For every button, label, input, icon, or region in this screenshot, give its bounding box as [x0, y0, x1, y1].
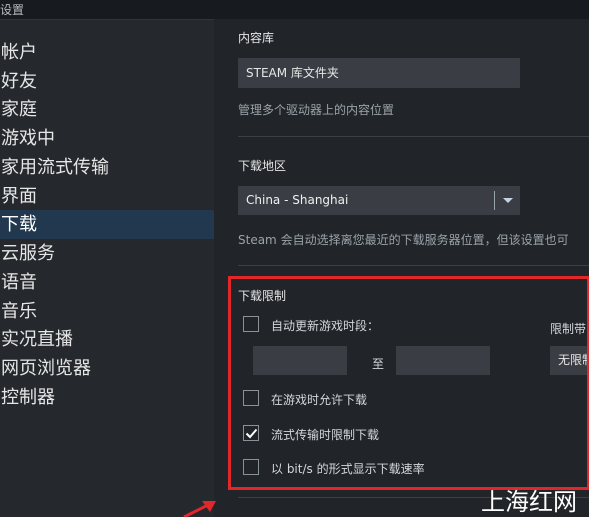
download-region-select[interactable]: China - Shanghai	[238, 186, 520, 215]
title-bar[interactable]: 设置	[0, 0, 589, 19]
watermark-text: 上海红网	[481, 488, 577, 516]
download-region-title: 下载地区	[238, 159, 287, 173]
download-region-description: Steam 会自动选择离您最近的下载服务器位置，但该设置也可	[238, 233, 569, 247]
content-library-description: 管理多个驱动器上的内容位置	[238, 103, 395, 117]
sidebar-item-friends[interactable]: 好友	[0, 67, 214, 96]
sidebar-item-interface[interactable]: 界面	[0, 182, 214, 211]
dropdown-separator	[494, 191, 495, 210]
steam-settings-window: 设置 帐户 好友 家庭 游戏中 家用流式传输 界面 下载 云服务 语音 音乐 实…	[0, 0, 589, 517]
sidebar-item-controller[interactable]: 控制器	[0, 383, 214, 412]
divider	[238, 265, 589, 266]
sidebar-item-web-browser[interactable]: 网页浏览器	[0, 354, 214, 383]
download-region-value: China - Shanghai	[246, 193, 349, 207]
sidebar-item-home-streaming[interactable]: 家用流式传输	[0, 153, 214, 182]
steam-library-folders-button[interactable]: STEAM 库文件夹	[238, 58, 520, 88]
divider	[238, 136, 589, 137]
settings-sidebar: 帐户 好友 家庭 游戏中 家用流式传输 界面 下载 云服务 语音 音乐 实况直播…	[0, 19, 214, 517]
sidebar-item-in-game[interactable]: 游戏中	[0, 124, 214, 153]
chevron-down-icon	[503, 198, 513, 203]
sidebar-item-voice[interactable]: 语音	[0, 268, 214, 297]
window-title: 设置	[0, 3, 25, 17]
sidebar-item-music[interactable]: 音乐	[0, 297, 214, 326]
sidebar-item-broadcasting[interactable]: 实况直播	[0, 325, 214, 354]
annotation-highlight-box	[228, 276, 589, 490]
sidebar-item-account[interactable]: 帐户	[0, 38, 214, 67]
annotation-arrow-icon	[183, 501, 216, 517]
sidebar-item-downloads[interactable]: 下载	[0, 210, 214, 239]
sidebar-item-family[interactable]: 家庭	[0, 95, 214, 124]
content-library-title: 内容库	[238, 31, 275, 45]
sidebar-item-cloud[interactable]: 云服务	[0, 239, 214, 268]
